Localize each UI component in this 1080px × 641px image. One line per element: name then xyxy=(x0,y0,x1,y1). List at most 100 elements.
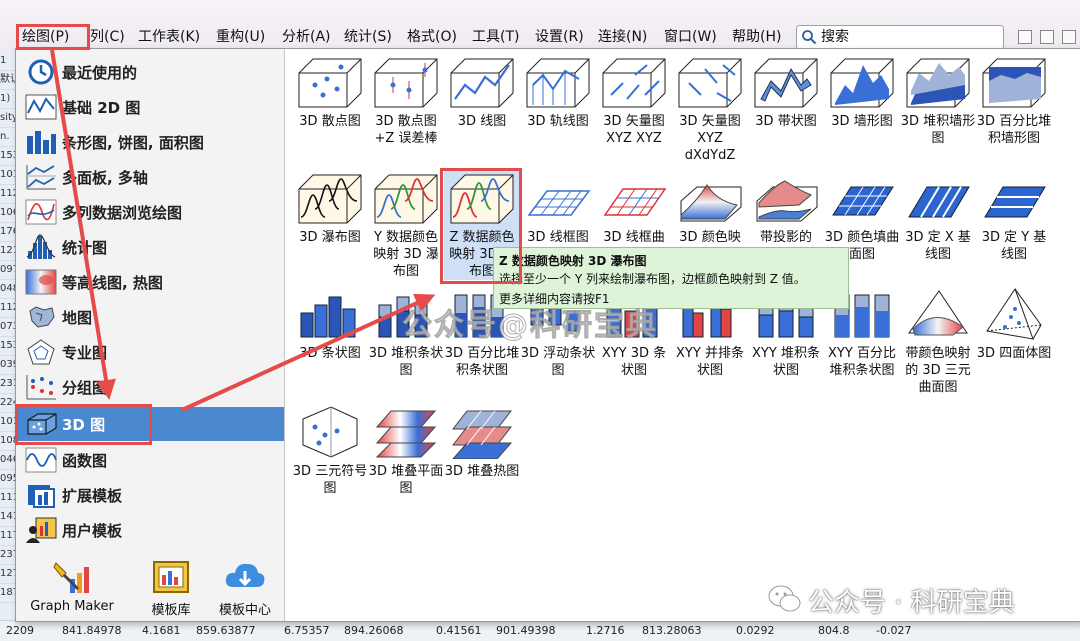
graph-3d-percent-stacked-wall[interactable]: 3D 百分比堆积墙形图 xyxy=(976,55,1052,147)
category-label: 专业图 xyxy=(62,344,108,362)
cell[interactable]: 813.28063 xyxy=(642,621,702,641)
menu-tools[interactable]: 工具(T) xyxy=(468,26,523,48)
category-multi-panel[interactable]: 多面板, 多轴 xyxy=(16,160,284,194)
graph-type-label: 3D 堆叠热图 xyxy=(444,464,520,479)
category-label: 多列数据浏览绘图 xyxy=(62,204,183,222)
bottom-tool-label: 模板中心 xyxy=(218,603,271,618)
graph-3d-line[interactable]: 3D 线图 xyxy=(444,55,520,130)
category-user-templates[interactable]: 用户模板 xyxy=(16,513,284,547)
close-button[interactable] xyxy=(1062,30,1076,44)
category-label: 多面板, 多轴 xyxy=(62,169,148,187)
graph-3d-vector-xyz[interactable]: 3D 矢量图 XYZ XYZ xyxy=(596,55,672,147)
cell[interactable]: 2209 xyxy=(6,621,34,641)
category-basic-2d[interactable]: 基础 2D 图 xyxy=(16,90,284,124)
graph-3d-waterfall[interactable]: 3D 瀑布图 xyxy=(292,171,368,246)
cell[interactable]: 1.2716 xyxy=(586,621,625,641)
graph-y-colormap-waterfall[interactable]: Y 数据颜色映射 3D 瀑布图 xyxy=(368,171,444,280)
graph-type-label: Y 数据颜色映射 3D 瀑布图 xyxy=(373,230,439,279)
category-grouped[interactable]: 分组图 xyxy=(16,370,284,404)
search-icon xyxy=(802,30,817,45)
category-specialized[interactable]: 专业图 xyxy=(16,335,284,369)
3d-waterfall-icon xyxy=(298,174,362,224)
3d-vector-dxdydz-icon xyxy=(678,58,742,108)
graph-maker-icon xyxy=(53,562,89,593)
cell[interactable]: -0.027 xyxy=(876,621,911,641)
menu-worksheet[interactable]: 工作表(K) xyxy=(134,26,204,48)
graph-type-label: 3D 百分比堆积条状图 xyxy=(444,346,520,378)
menu-column[interactable]: 列(C) xyxy=(86,26,129,48)
contour-icon xyxy=(25,269,57,295)
graph-3d-ribbon[interactable]: 3D 带状图 xyxy=(748,55,824,130)
graph-type-label: 3D 墙形图 xyxy=(831,114,893,129)
cell[interactable]: 804.8 xyxy=(818,621,850,641)
cell[interactable]: 0.41561 xyxy=(436,621,482,641)
menu-settings[interactable]: 设置(R) xyxy=(531,26,588,48)
graph-3d-stacked-wall[interactable]: 3D 堆积墙形图 xyxy=(900,55,976,147)
template-center-button[interactable]: 模板中心 xyxy=(210,559,280,618)
template-center-icon xyxy=(225,563,265,587)
graph-type-label: 3D 带状图 xyxy=(755,114,817,129)
category-3d-active[interactable]: 3D 图 xyxy=(16,407,284,441)
graph-type-label: 3D 线框图 xyxy=(527,230,589,245)
menu-statistics[interactable]: 统计(S) xyxy=(340,26,396,48)
graph-3d-ternary-surface[interactable]: 带颜色映射的 3D 三元曲面图 xyxy=(900,287,976,396)
menu-plot[interactable]: 绘图(P) xyxy=(18,26,73,48)
cell[interactable]: 4.1681 xyxy=(142,621,181,641)
graph-3d-scatter-errorbar[interactable]: 3D 散点图 +Z 误差棒 xyxy=(368,55,444,147)
category-map[interactable]: 地图 xyxy=(16,300,284,334)
graph-type-label: 3D 线图 xyxy=(457,114,507,129)
menu-analysis[interactable]: 分析(A) xyxy=(278,26,335,48)
graph-maker-button[interactable]: Graph Maker xyxy=(28,559,116,617)
3d-line-icon xyxy=(450,58,514,108)
category-list: 最近使用的 基础 2D 图 条形图, 饼图, 面积图 多面板, 多轴 多列数据浏… xyxy=(16,49,285,621)
graph-3d-projection-surface[interactable]: 带投影的 xyxy=(748,171,824,246)
y-colormap-waterfall-icon xyxy=(374,174,438,224)
menu-reshape[interactable]: 重构(U) xyxy=(212,26,269,48)
category-recent[interactable]: 最近使用的 xyxy=(16,55,284,89)
graph-3d-y-baseline[interactable]: 3D 定 Y 基线图 xyxy=(976,171,1052,263)
graph-3d-bar[interactable]: 3D 条状图 xyxy=(292,287,368,362)
cell[interactable]: 841.84978 xyxy=(62,621,122,641)
category-multi-column[interactable]: 多列数据浏览绘图 xyxy=(16,195,284,229)
graph-3d-stacked-heatmap[interactable]: 3D 堆叠热图 xyxy=(444,405,520,480)
template-library-button[interactable]: 模板库 xyxy=(136,559,206,618)
graph-3d-wall[interactable]: 3D 墙形图 xyxy=(824,55,900,130)
graph-type-label: 3D 堆积条状图 xyxy=(368,346,444,378)
graph-3d-trajectory[interactable]: 3D 轨线图 xyxy=(520,55,596,130)
graph-3d-ternary-symbol[interactable]: 3D 三元符号图 xyxy=(292,405,368,497)
category-extension-templates[interactable]: 扩展模板 xyxy=(16,478,284,512)
cell[interactable]: 894.26068 xyxy=(344,621,404,641)
graph-3d-scatter[interactable]: 3D 散点图 xyxy=(292,55,368,130)
graph-type-label: 3D 浮动条状图 xyxy=(520,346,596,378)
3d-cube-icon xyxy=(27,413,57,435)
category-bar-pie-area[interactable]: 条形图, 饼图, 面积图 xyxy=(16,125,284,159)
menu-connect[interactable]: 连接(N) xyxy=(594,26,651,48)
menu-format[interactable]: 格式(O) xyxy=(403,26,461,48)
multi-column-icon xyxy=(25,199,57,225)
cell[interactable]: 859.63877 xyxy=(196,621,256,641)
menu-help[interactable]: 帮助(H) xyxy=(728,26,785,48)
histogram-icon xyxy=(26,234,56,259)
graph-3d-stacked-plane[interactable]: 3D 堆叠平面图 xyxy=(368,405,444,497)
cell[interactable]: 6.75357 xyxy=(284,621,330,641)
category-function[interactable]: 函数图 xyxy=(16,443,284,477)
clock-icon xyxy=(28,59,54,85)
graph-3d-wireframe[interactable]: 3D 线框图 xyxy=(520,171,596,246)
graph-3d-tetrahedral[interactable]: 3D 四面体图 xyxy=(976,287,1052,362)
minimize-button[interactable] xyxy=(1040,30,1054,44)
tooltip-title: Z 数据颜色映射 3D 瀑布图 xyxy=(499,254,647,268)
search-input[interactable]: 搜索 xyxy=(796,25,1004,49)
category-statistics[interactable]: 统计图 xyxy=(16,230,284,264)
graph-3d-vector-dxdydz[interactable]: 3D 矢量图 XYZ dXdYdZ xyxy=(672,55,748,164)
specialized-icon xyxy=(27,339,55,365)
3d-percent-wall-icon xyxy=(982,58,1046,108)
graph-3d-wireframe-surface[interactable]: 3D 线框曲 xyxy=(596,171,672,246)
cell[interactable]: 0.0292 xyxy=(736,621,775,641)
menu-window[interactable]: 窗口(W) xyxy=(660,26,721,48)
graph-3d-colormap-surface[interactable]: 3D 颜色映 xyxy=(672,171,748,246)
graph-3d-x-baseline[interactable]: 3D 定 X 基线图 xyxy=(900,171,976,263)
cell[interactable]: 901.49398 xyxy=(496,621,556,641)
category-contour-heatmap[interactable]: 等高线图, 热图 xyxy=(16,265,284,299)
restore-button[interactable] xyxy=(1018,30,1032,44)
tooltip-description: 选择至少一个 Y 列来绘制瀑布图，边框颜色映射到 Z 值。 xyxy=(499,272,806,286)
